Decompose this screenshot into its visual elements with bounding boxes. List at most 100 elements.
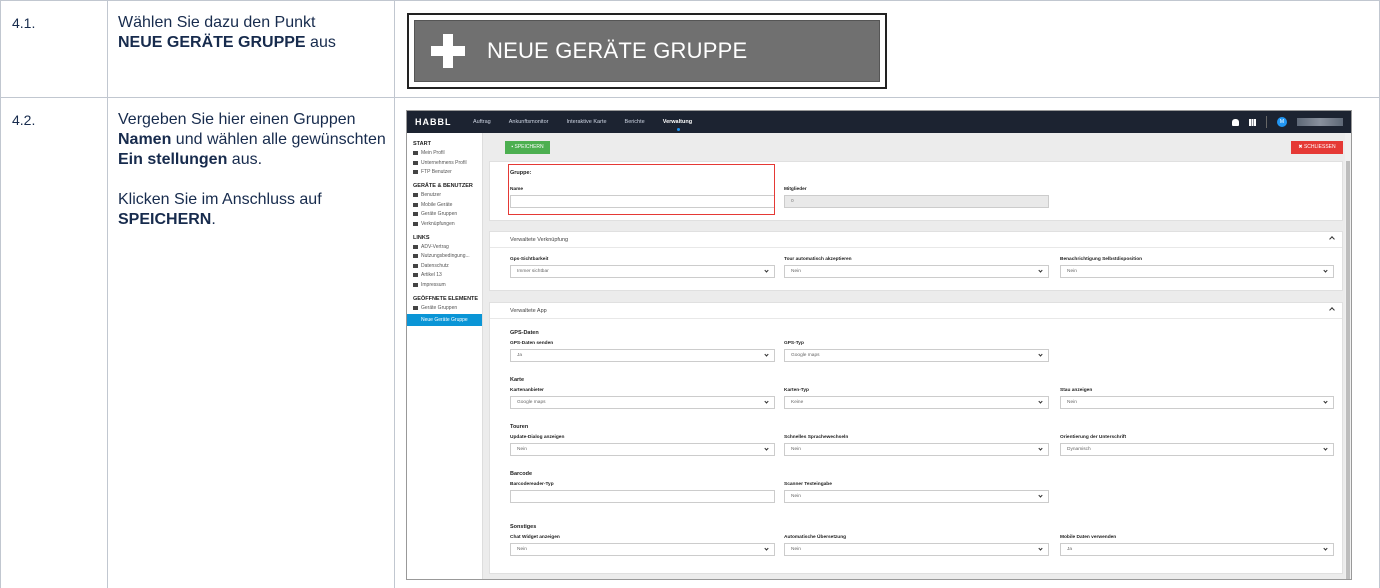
barcode-reader-field[interactable] — [510, 490, 775, 503]
sidebar-item-verknuepfungen[interactable]: Verknüpfungen — [413, 221, 482, 227]
auto-accept-select[interactable]: Nein — [784, 265, 1049, 278]
sidebar-item-geraete-gruppen[interactable]: Geräte Gruppen — [413, 211, 482, 217]
chevron-down-icon — [1038, 268, 1043, 273]
members-field: 0 — [784, 195, 1049, 208]
auto-accept-label: Tour automatisch akzeptieren — [784, 257, 852, 262]
map-type-label: Karten-Typ — [784, 388, 809, 393]
sidebar-item-datenschutz[interactable]: Datenschutz — [413, 263, 482, 269]
sidebar-item-ftp-benutzer[interactable]: FTP Benutzer — [413, 169, 482, 175]
description-text: . — [211, 211, 216, 228]
nav-separator — [1266, 116, 1267, 128]
nav-interaktive-karte[interactable]: Interaktive Karte — [566, 119, 606, 125]
update-dialog-select[interactable]: Nein — [510, 443, 775, 456]
update-dialog-label: Update-Dialog anzeigen — [510, 435, 565, 440]
nav-verwaltung[interactable]: Verwaltung — [663, 119, 692, 131]
description-text: und wählen alle gewünschten — [171, 131, 386, 148]
save-button[interactable]: ▪ SPEICHERN — [505, 141, 550, 154]
sidebar-item-label: Verknüpfungen — [421, 220, 455, 227]
sidebar-item-adv-vertrag[interactable]: ADV-Vertrag — [413, 244, 482, 250]
mobile-data-select[interactable]: Ja — [1060, 543, 1334, 556]
chevron-down-icon — [1038, 546, 1043, 551]
step-description: Wählen Sie dazu den Punkt NEUE GERÄTE GR… — [118, 13, 393, 53]
app-panel: Verwaltete App GPS-Daten GPS-Daten sende… — [489, 302, 1343, 574]
chevron-down-icon — [1038, 493, 1043, 498]
sidebar-heading-open: GEÖFFNETE ELEMENTE — [413, 295, 479, 302]
nav-berichte[interactable]: Berichte — [625, 119, 645, 125]
app-screenshot: HABBL Auftrag Ankunftsmonitor Interaktiv… — [406, 110, 1352, 580]
language-switch-select[interactable]: Nein — [784, 443, 1049, 456]
chevron-down-icon — [1038, 399, 1043, 404]
select-value: Nein — [517, 547, 527, 552]
map-provider-label: Kartenanbieter — [510, 388, 544, 393]
apps-grid-icon[interactable] — [1249, 118, 1256, 126]
nav-ankunftsmonitor[interactable]: Ankunftsmonitor — [509, 119, 549, 125]
sidebar-item-mobile-geraete[interactable]: Mobile Geräte — [413, 202, 482, 208]
auto-translate-select[interactable]: Nein — [784, 543, 1049, 556]
scanner-input-select[interactable]: Nein — [784, 490, 1049, 503]
row-divider — [0, 97, 1380, 98]
gps-visibility-select[interactable]: Immer sichtbar — [510, 265, 775, 278]
signature-orientation-select[interactable]: Dynamisch — [1060, 443, 1334, 456]
sidebar-item-open-geraete-gruppen[interactable]: Geräte Gruppen — [413, 305, 482, 311]
close-button[interactable]: ✖ SCHLIESSEN — [1291, 141, 1343, 154]
sidebar-item-nutzungsbedingungen[interactable]: Nutzungsbedingung... — [413, 253, 482, 259]
sidebar: START Mein Profil Unternehmens Profil FT… — [407, 133, 483, 579]
top-navigation: HABBL Auftrag Ankunftsmonitor Interaktiv… — [407, 111, 1351, 133]
sidebar-item-benutzer[interactable]: Benutzer — [413, 192, 482, 198]
chevron-up-icon[interactable] — [1329, 236, 1335, 242]
chevron-down-icon — [1323, 446, 1328, 451]
chevron-down-icon — [764, 546, 769, 551]
sidebar-item-label: Datenschutz — [421, 262, 449, 269]
barcode-reader-label: Barcodereader-Typ — [510, 482, 554, 487]
scanner-input-label: Scanner Texteingabe — [784, 482, 832, 487]
select-value: Ja — [517, 353, 523, 358]
instruction-table: 4.1. Wählen Sie dazu den Punkt NEUE GERÄ… — [0, 0, 1380, 588]
sidebar-item-label: Geräte Gruppen — [421, 304, 458, 311]
external-link-icon — [413, 273, 418, 277]
nav-right-group: M — [1232, 111, 1343, 133]
traffic-select[interactable]: Nein — [1060, 396, 1334, 409]
app-panel-header[interactable]: Verwaltete App — [490, 303, 1342, 319]
section-tours: Touren — [510, 424, 529, 430]
bell-icon[interactable] — [1232, 118, 1239, 126]
language-switch-label: Schnelles Sprachewechseln — [784, 435, 849, 440]
sidebar-item-impressum[interactable]: Impressum — [413, 282, 482, 288]
gps-send-select[interactable]: Ja — [510, 349, 775, 362]
select-value: Nein — [791, 447, 801, 452]
select-value: Nein — [791, 547, 801, 552]
select-value: Google maps — [791, 353, 820, 358]
description-bold: NEUE GERÄTE GRUPPE — [118, 34, 306, 51]
chevron-down-icon — [1323, 399, 1328, 404]
gps-type-select[interactable]: Google maps — [784, 349, 1049, 362]
self-dispo-select[interactable]: Nein — [1060, 265, 1334, 278]
app-logo: HABBL — [415, 117, 452, 127]
chevron-down-icon — [764, 446, 769, 451]
sidebar-item-artikel-13[interactable]: Artikel 13 — [413, 272, 482, 278]
chevron-down-icon — [1323, 546, 1328, 551]
external-link-icon — [413, 282, 418, 287]
select-value: Immer sichtbar — [517, 269, 549, 274]
sidebar-item-unternehmens-profil[interactable]: Unternehmens Profil — [413, 160, 482, 166]
sidebar-item-label: Mobile Geräte — [421, 201, 453, 208]
scrollbar-thumb[interactable] — [1346, 161, 1350, 579]
user-name-blurred — [1297, 118, 1343, 126]
map-type-select[interactable]: Keine — [784, 396, 1049, 409]
description-text: Wählen Sie dazu den Punkt — [118, 14, 316, 31]
chevron-up-icon[interactable] — [1329, 307, 1335, 313]
column-divider — [107, 0, 108, 588]
chevron-down-icon — [1038, 352, 1043, 357]
map-provider-select[interactable]: Google maps — [510, 396, 775, 409]
external-link-icon — [413, 263, 418, 268]
avatar[interactable]: M — [1277, 117, 1287, 127]
group-icon — [413, 305, 418, 310]
sidebar-item-neue-geraete-gruppe[interactable]: Neue Geräte Gruppe — [407, 314, 482, 326]
nav-auftrag[interactable]: Auftrag — [473, 119, 491, 125]
chevron-down-icon — [1323, 268, 1328, 273]
chat-widget-select[interactable]: Nein — [510, 543, 775, 556]
self-dispo-label: Benachrichtigung Selbstdisposition — [1060, 257, 1143, 262]
sidebar-item-mein-profil[interactable]: Mein Profil — [413, 150, 482, 156]
chat-widget-label: Chat Widget anzeigen — [510, 535, 560, 540]
links-panel-header[interactable]: Verwaltete Verknüpfung — [490, 232, 1342, 248]
scrollbar[interactable] — [1345, 133, 1351, 579]
new-device-group-button[interactable]: NEUE GERÄTE GRUPPE — [414, 20, 880, 82]
